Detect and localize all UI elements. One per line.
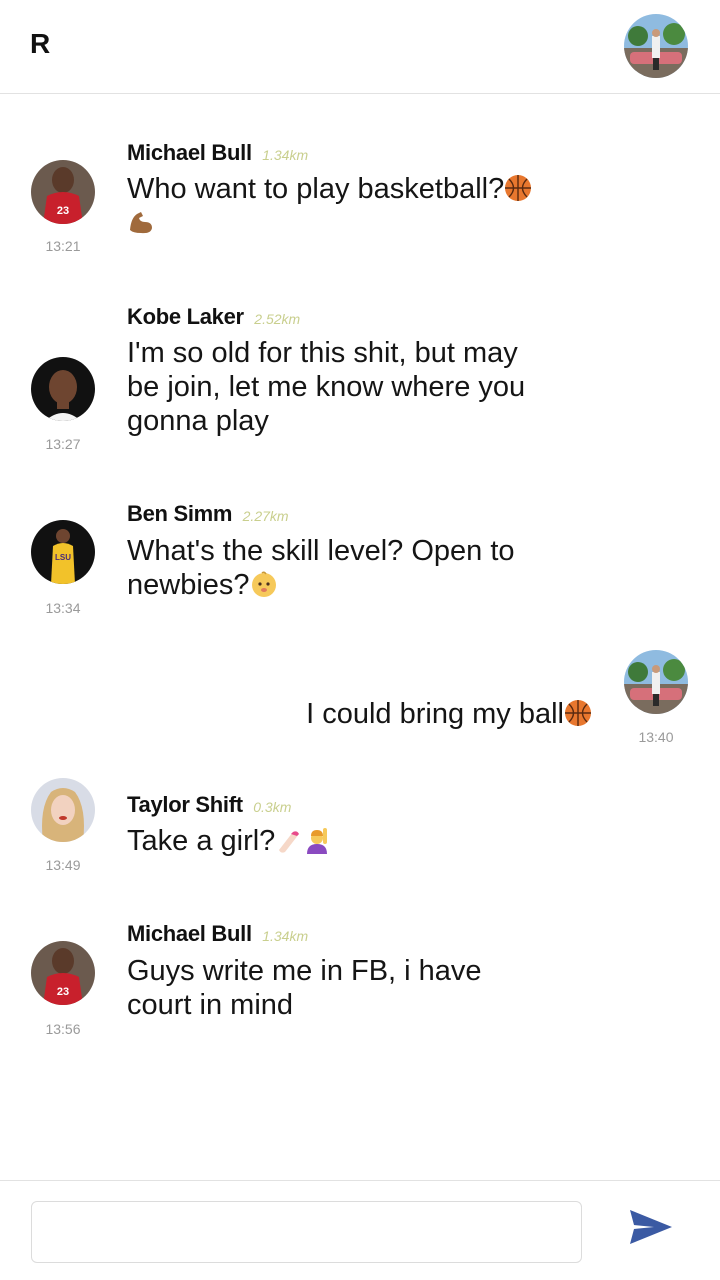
message-header: Michael Bull 1.34km [127, 140, 308, 166]
sender-distance: 2.27km [242, 508, 289, 524]
sender-name[interactable]: Michael Bull [127, 921, 252, 946]
me-avatar-icon [624, 650, 688, 714]
message-text: I'm so old for this shit, but may be joi… [127, 337, 526, 437]
simmons-avatar-icon: LSU [31, 520, 95, 584]
message-text: I could bring my ball [306, 698, 564, 730]
sender-distance: 1.34km [262, 928, 309, 944]
nail-polish-emoji-icon [275, 826, 303, 854]
svg-text:LSU: LSU [55, 553, 71, 562]
jordan-avatar-icon: 23 [31, 941, 95, 1005]
message-text-block: What's the skill level? Open to newbies? [127, 534, 537, 602]
app-header: R [0, 0, 720, 94]
message-time: 13:40 [638, 729, 674, 745]
person-raising-hand-emoji-icon [303, 826, 331, 854]
sender-name[interactable]: Michael Bull [127, 140, 252, 165]
basketball-emoji-icon [564, 699, 592, 727]
message-text: What's the skill level? Open to newbies? [127, 535, 515, 601]
jordan-avatar-icon: 23 [31, 160, 95, 224]
app-logo: R [30, 28, 51, 59]
taylor-avatar-icon [31, 778, 95, 842]
message-time: 13:56 [45, 1021, 81, 1037]
svg-text:23: 23 [57, 205, 69, 217]
sender-name[interactable]: Ben Simm [127, 501, 232, 526]
send-button[interactable] [628, 1207, 674, 1247]
user-avatar[interactable] [31, 357, 95, 421]
message-time: 13:49 [45, 857, 81, 873]
message-time: 13:34 [45, 600, 81, 616]
message-text: Who want to play basketball? [127, 173, 505, 205]
message-time: 13:27 [45, 436, 81, 452]
sender-distance: 0.3km [253, 799, 292, 815]
user-avatar[interactable]: LSU [31, 520, 95, 584]
message-text-block: I could bring my ball [306, 697, 592, 731]
send-icon [630, 1210, 672, 1244]
user-avatar[interactable]: 23 [31, 941, 95, 1005]
sender-distance: 1.34km [262, 147, 309, 163]
message-composer [0, 1180, 720, 1280]
sender-distance: 2.52km [254, 311, 301, 327]
kobe-avatar-icon [31, 357, 95, 421]
basketball-emoji-icon [504, 174, 532, 202]
message-header: Kobe Laker 2.52km [127, 304, 300, 330]
message-text-block: Take a girl? [127, 824, 567, 858]
sender-name[interactable]: Kobe Laker [127, 304, 244, 329]
message-header: Michael Bull 1.34km [127, 921, 308, 947]
profile-photo-icon [624, 14, 688, 78]
svg-text:23: 23 [57, 986, 69, 998]
message-text: Take a girl? [127, 825, 276, 857]
message-header: Taylor Shift 0.3km [127, 792, 291, 818]
message-time: 13:21 [45, 238, 81, 254]
message-text-block: Who want to play basketball? [127, 172, 567, 240]
user-avatar[interactable] [624, 650, 688, 714]
flexed-biceps-emoji-icon [127, 208, 155, 236]
message-input[interactable] [31, 1201, 582, 1263]
user-avatar[interactable] [31, 778, 95, 842]
user-avatar[interactable]: 23 [31, 160, 95, 224]
message-text: Guys write me in FB, i have court in min… [127, 955, 482, 1021]
profile-avatar[interactable] [624, 14, 688, 78]
message-header: Ben Simm 2.27km [127, 501, 289, 527]
sender-name[interactable]: Taylor Shift [127, 792, 243, 817]
baby-emoji-icon [250, 570, 278, 598]
